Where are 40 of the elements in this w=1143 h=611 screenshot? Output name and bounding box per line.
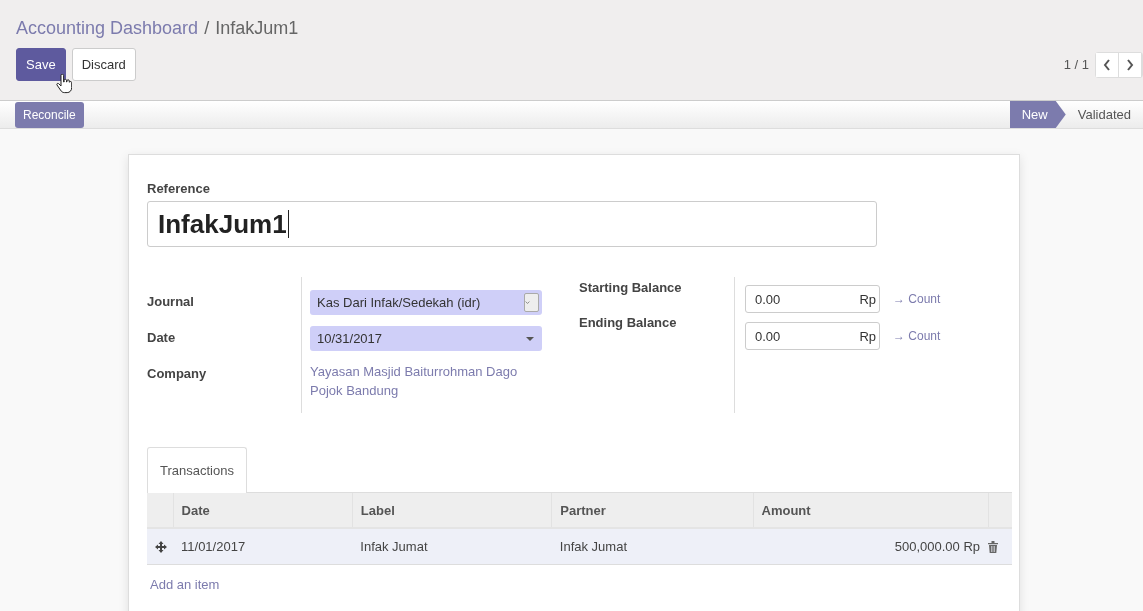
amount-input[interactable]: 0.00 Rp (745, 322, 880, 350)
chevron-down-icon (525, 300, 530, 305)
breadcrumb-current: InfakJum1 (215, 18, 299, 39)
hand-cursor-icon (56, 74, 72, 94)
table-cell: Infak Jumat (352, 528, 552, 565)
column-header[interactable]: Label (352, 493, 552, 528)
field-label: Journal (147, 293, 195, 309)
field-label: Reference (147, 181, 211, 196)
field-label: Starting Balance (579, 280, 683, 297)
drag-handle-icon (155, 540, 167, 553)
company-link[interactable]: Yayasan Masjid Baiturrohman Dago Pojok Bandung (310, 362, 542, 400)
previous-button[interactable] (1096, 52, 1119, 77)
journal-select[interactable]: Kas Dari Infak/Sedekah (idr) (310, 290, 542, 315)
reference-input[interactable]: InfakJum1 (147, 201, 877, 247)
column-header[interactable]: Date (173, 493, 353, 528)
table-cell: 500,000.00 Rp (753, 528, 989, 565)
chevron-right-icon (1126, 58, 1134, 71)
discard-button[interactable]: Discard (71, 48, 136, 81)
status-step[interactable]: New (1009, 101, 1066, 128)
tab[interactable]: Transactions (147, 447, 247, 493)
column-header[interactable]: Amount (753, 493, 989, 528)
count-link[interactable]: → Count (893, 292, 941, 306)
save-button[interactable]: Save (16, 48, 66, 81)
breadcrumb-link[interactable]: Accounting Dashboard (16, 18, 199, 39)
chevron-left-icon (1103, 58, 1111, 71)
caret-down-icon (526, 336, 534, 341)
breadcrumb-separator: / (204, 18, 210, 39)
pager-value: 1 / 1 (1063, 57, 1089, 72)
date-input[interactable]: 10/31/2017 (310, 326, 542, 351)
count-link[interactable]: → Count (893, 329, 941, 343)
status-step[interactable]: Validated (1065, 101, 1143, 128)
field-label: Ending Balance (579, 315, 678, 332)
reconcile-button[interactable]: Reconcile (15, 101, 84, 128)
field-label: Company (147, 365, 208, 381)
column-header[interactable]: Partner (551, 493, 753, 528)
table-cell: 11/01/2017 (173, 528, 353, 565)
table-cell: Infak Jumat (551, 528, 753, 565)
add-item-link[interactable]: Add an item (150, 577, 220, 592)
field-label: Date (147, 329, 177, 345)
amount-input[interactable]: 0.00 Rp (745, 285, 880, 313)
